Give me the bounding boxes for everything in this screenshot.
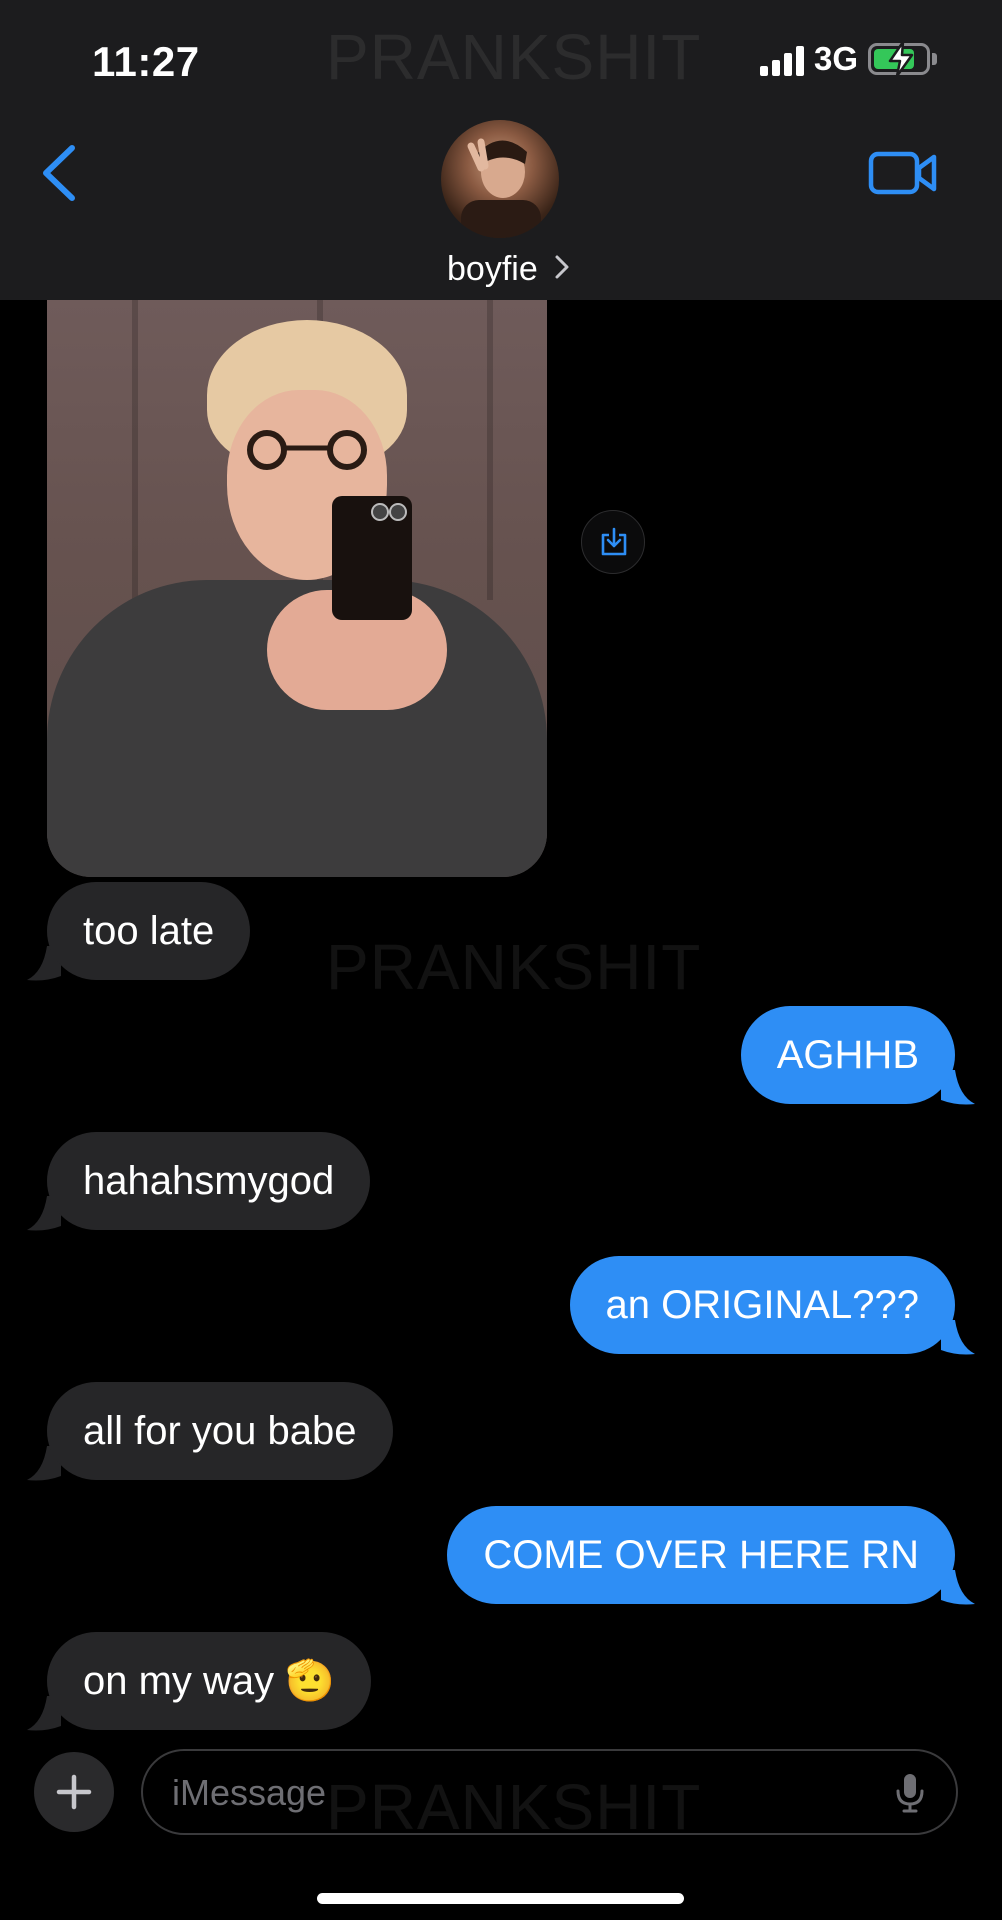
avatar-photo xyxy=(461,138,541,238)
photo-glasses xyxy=(247,430,367,470)
received-photo[interactable] xyxy=(47,300,547,877)
charging-bolt-icon xyxy=(888,40,914,78)
sent-message[interactable]: an ORIGINAL??? xyxy=(569,1256,955,1354)
back-chevron-icon[interactable] xyxy=(34,140,82,206)
received-message[interactable]: too late xyxy=(47,882,251,980)
signal-strength-icon xyxy=(760,44,806,76)
microphone-icon[interactable] xyxy=(895,1772,925,1814)
watermark-text: PRANKSHIT xyxy=(326,931,702,1003)
contact-name[interactable]: boyfie xyxy=(447,250,538,289)
chevron-right-icon[interactable] xyxy=(554,254,570,280)
download-icon xyxy=(601,527,627,556)
conversation-header: 11:27 3G boyfie xyxy=(0,0,1002,300)
video-camera-icon[interactable] xyxy=(868,148,938,198)
contact-avatar[interactable] xyxy=(441,120,559,238)
plus-icon xyxy=(56,1774,92,1810)
status-time: 11:27 xyxy=(92,38,200,85)
network-type: 3G xyxy=(814,40,859,77)
apps-plus-button[interactable] xyxy=(34,1752,114,1832)
received-message[interactable]: hahahsmygod xyxy=(47,1132,371,1230)
received-message[interactable]: on my way 🫡 xyxy=(47,1632,372,1730)
received-message[interactable]: all for you babe xyxy=(47,1382,393,1480)
home-indicator[interactable] xyxy=(317,1893,684,1904)
sent-message[interactable]: COME OVER HERE RN xyxy=(447,1506,955,1604)
sent-message[interactable]: AGHHB xyxy=(740,1006,955,1104)
battery-nub xyxy=(932,53,937,65)
photo-phone xyxy=(332,496,412,620)
save-photo-button[interactable] xyxy=(581,510,645,574)
message-input-placeholder: iMessage xyxy=(172,1772,327,1813)
